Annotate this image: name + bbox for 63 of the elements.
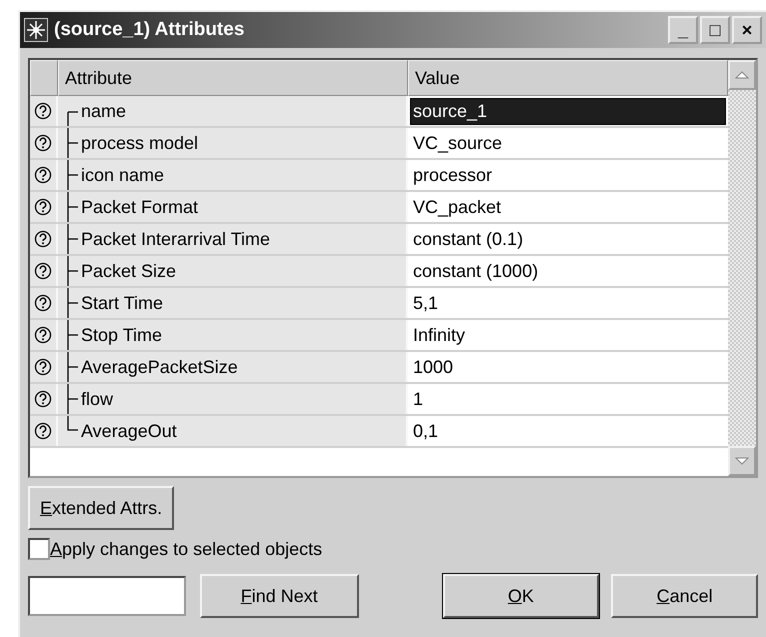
attribute-value[interactable]: VC_packet (410, 194, 726, 220)
help-icon[interactable] (34, 326, 52, 344)
attribute-name: Packet Format (81, 196, 198, 218)
attribute-value[interactable]: VC_source (410, 130, 726, 156)
help-icon[interactable] (34, 262, 52, 280)
window-title: (source_1) Attributes (54, 19, 246, 41)
tree-branch-icon (66, 288, 79, 318)
star-icon (24, 18, 48, 42)
attribute-value[interactable]: constant (0.1) (410, 226, 726, 252)
find-next-button[interactable]: Find Next (200, 574, 359, 618)
down-arrow-icon (735, 457, 749, 465)
tree-branch-icon (66, 320, 79, 350)
cancel-button[interactable]: Cancel (611, 574, 758, 618)
tree-branch-icon (66, 192, 79, 222)
help-icon[interactable] (34, 294, 52, 312)
attribute-name: Stop Time (81, 324, 162, 346)
scroll-up-button[interactable] (728, 60, 756, 90)
attribute-name: Start Time (81, 292, 164, 314)
attribute-value[interactable]: constant (1000) (410, 258, 726, 284)
help-icon[interactable] (34, 358, 52, 376)
help-icon[interactable] (34, 134, 52, 152)
maximize-button[interactable]: □ (700, 16, 730, 44)
attribute-name: flow (81, 388, 114, 410)
help-icon[interactable] (34, 198, 52, 216)
checkbox-label[interactable]: Apply changes to selected objects (50, 538, 322, 560)
scrollbar[interactable] (728, 60, 756, 476)
attribute-name: name (81, 100, 126, 122)
help-icon[interactable] (34, 166, 52, 184)
checkbox[interactable] (28, 538, 50, 560)
attribute-name: Packet Size (81, 260, 176, 282)
help-icon[interactable] (34, 390, 52, 408)
tree-branch-icon (66, 352, 79, 382)
attribute-value[interactable]: source_1 (410, 98, 726, 124)
attribute-name: AveragePacketSize (81, 356, 238, 378)
tree-branch-icon (66, 128, 79, 158)
tree-branch-icon (66, 224, 79, 254)
attribute-name: Packet Interarrival Time (81, 228, 270, 250)
scroll-down-button[interactable] (728, 446, 756, 476)
search-field[interactable] (28, 576, 186, 616)
attribute-value[interactable]: 1000 (410, 354, 726, 380)
close-button[interactable]: × (732, 16, 762, 44)
extended-attrs-button[interactable]: Extended Attrs. (28, 486, 174, 530)
attribute-value[interactable]: 0,1 (410, 418, 726, 444)
help-icon[interactable] (34, 230, 52, 248)
attribute-value[interactable]: processor (410, 162, 726, 188)
tree-branch-icon (66, 160, 79, 190)
up-arrow-icon (735, 71, 749, 79)
column-header[interactable]: Attribute (58, 60, 408, 96)
attribute-name: AverageOut (81, 420, 177, 442)
attribute-name: process model (81, 132, 198, 154)
attribute-value[interactable]: Infinity (410, 322, 726, 348)
tree-branch-icon (66, 256, 79, 286)
attribute-value[interactable]: 5,1 (410, 290, 726, 316)
help-icon[interactable] (34, 422, 52, 440)
tree-branch-icon (66, 384, 79, 414)
minimize-button[interactable]: _ (668, 16, 698, 44)
tree-branch-icon (66, 111, 79, 126)
ok-button[interactable]: OK (442, 574, 600, 618)
attribute-value[interactable]: 1 (410, 386, 726, 412)
attribute-name: icon name (81, 164, 164, 186)
column-header[interactable]: Value (408, 60, 728, 96)
tree-branch-icon (66, 416, 79, 431)
help-icon[interactable] (34, 102, 52, 120)
